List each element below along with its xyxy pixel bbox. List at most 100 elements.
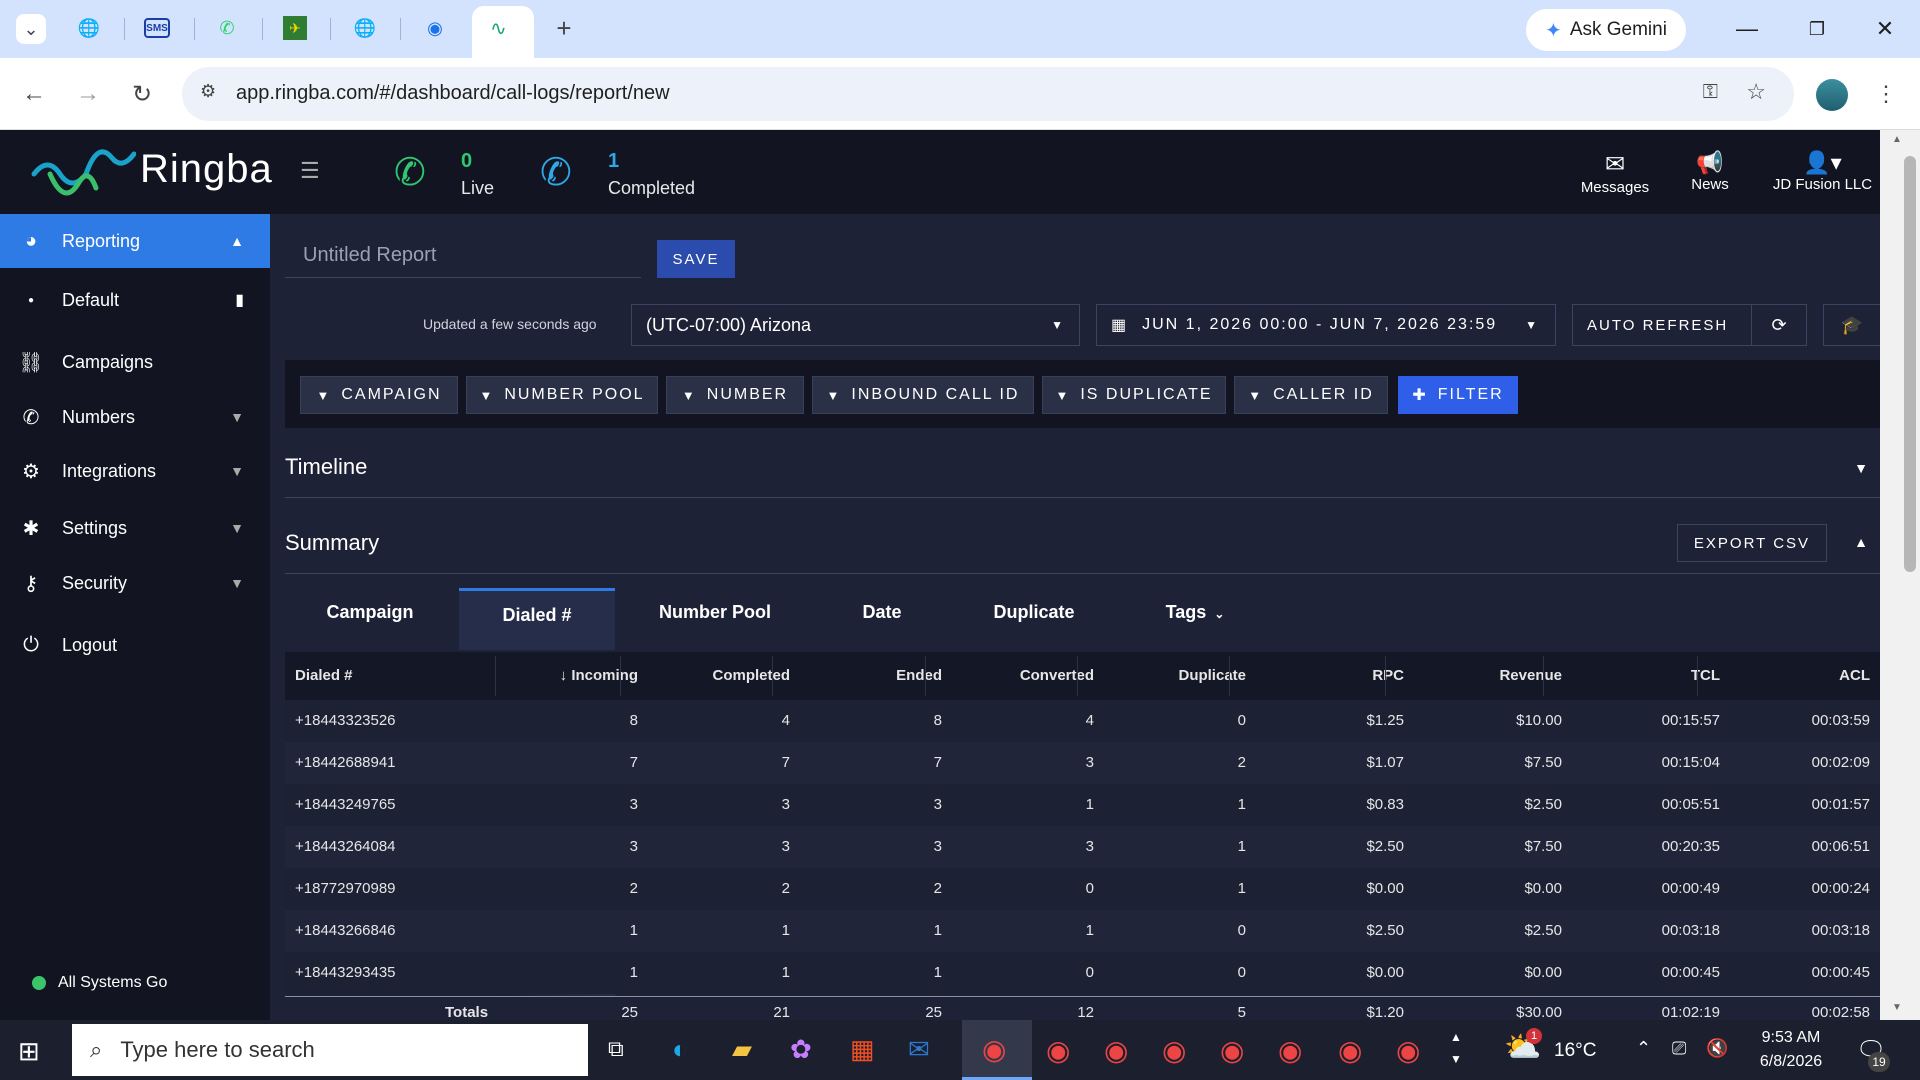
chrome-logo-icon[interactable]: ◉ <box>421 14 449 42</box>
sms-icon[interactable]: SMS <box>144 18 170 38</box>
report-title-input[interactable]: Untitled Report <box>285 234 641 278</box>
chrome-active-icon[interactable]: ◉ <box>962 1020 1032 1080</box>
scroll-up-arrow-icon[interactable]: ▲ <box>1892 134 1902 145</box>
tab-search-chevron-icon[interactable]: ⌄ <box>16 14 46 44</box>
auto-refresh-button[interactable]: AUTO REFRESH <box>1572 304 1752 346</box>
tab-dialed-number[interactable]: Dialed # <box>459 588 615 650</box>
add-filter-button[interactable]: ✚ FILTER <box>1398 376 1518 414</box>
chrome-profile-icon[interactable]: ◉ <box>1278 1034 1302 1067</box>
edge-icon[interactable]: ◐ <box>672 1034 688 1065</box>
tab-date[interactable]: Date <box>800 588 964 650</box>
column-header-tcl[interactable]: TCL <box>1691 667 1720 684</box>
filter-is-duplicate[interactable]: ▼ IS DUPLICATE <box>1042 376 1226 414</box>
news-button[interactable]: 📢 News <box>1680 150 1740 193</box>
tab-tags[interactable]: Tags ⌄ <box>1140 588 1250 650</box>
chrome-profile-icon[interactable]: ◉ <box>1220 1034 1244 1067</box>
column-header-revenue[interactable]: Revenue <box>1499 667 1562 684</box>
sidebar-item-default[interactable]: ● Default ▮ <box>0 274 270 326</box>
address-bar[interactable]: ⚙ app.ringba.com/#/dashboard/call-logs/r… <box>182 67 1794 121</box>
sidebar-item-integrations[interactable]: ⚙ Integrations ▼ <box>0 444 270 498</box>
table-row[interactable] <box>285 700 1880 742</box>
chrome-profile-icon[interactable]: ◉ <box>1046 1034 1070 1067</box>
chrome-profile-icon[interactable]: ◉ <box>1104 1034 1128 1067</box>
globe-icon[interactable]: 🌐 <box>75 14 103 42</box>
column-header-completed[interactable]: Completed <box>712 667 790 684</box>
bookmark-star-icon[interactable]: ☆ <box>1746 79 1766 105</box>
url-text[interactable]: app.ringba.com/#/dashboard/call-logs/rep… <box>236 82 670 105</box>
restore-icon[interactable]: ❐ <box>1802 14 1832 44</box>
store-icon[interactable]: ▦ <box>850 1034 875 1065</box>
tray-chevron-up-icon[interactable]: ⌃ <box>1636 1038 1651 1059</box>
table-row[interactable] <box>285 826 1880 868</box>
browser-menu-icon[interactable]: ⋮ <box>1870 78 1902 110</box>
settings-cap-icon[interactable]: 🎓 <box>1823 304 1881 346</box>
filter-number[interactable]: ▼ NUMBER <box>666 376 804 414</box>
chrome-profile-icon[interactable]: ◉ <box>1338 1034 1362 1067</box>
sidebar-item-campaigns[interactable]: ⛓ Campaigns <box>0 335 270 389</box>
tab-active-ringba[interactable]: ∿ <box>472 6 534 58</box>
chrome-profile-icon[interactable]: ◉ <box>1396 1034 1420 1067</box>
taskbar-search-input[interactable]: ⌕ Type here to search <box>72 1024 588 1076</box>
table-row[interactable] <box>285 952 1880 994</box>
globe-icon[interactable]: 🌐 <box>351 14 379 42</box>
file-explorer-icon[interactable]: ▰ <box>732 1034 752 1065</box>
back-arrow-icon[interactable]: ← <box>18 78 50 110</box>
save-button[interactable]: SAVE <box>657 240 735 278</box>
volume-muted-icon[interactable]: 🔇 <box>1706 1038 1728 1059</box>
ringba-logo-icon[interactable] <box>30 144 136 202</box>
timezone-select[interactable]: (UTC-07:00) Arizona ▼ <box>631 304 1080 346</box>
close-window-icon[interactable]: ✕ <box>1870 14 1900 44</box>
sidebar-item-numbers[interactable]: ✆ Numbers ▼ <box>0 390 270 444</box>
column-header-incoming[interactable]: ↓ Incoming <box>560 667 638 684</box>
chrome-profile-icon[interactable]: ◉ <box>1162 1034 1186 1067</box>
column-header-dialed-number[interactable]: Dialed # <box>295 667 353 684</box>
taskbar-clock[interactable]: 9:53 AM 6/8/2026 <box>1746 1026 1836 1074</box>
reload-icon[interactable]: ↻ <box>126 78 158 110</box>
filter-inbound-call-id[interactable]: ▼ INBOUND CALL ID <box>812 376 1034 414</box>
sidebar-item-settings[interactable]: ✱ Settings ▼ <box>0 501 270 555</box>
password-key-icon[interactable]: ⚿ <box>1703 81 1718 104</box>
table-row[interactable] <box>285 784 1880 826</box>
refresh-icon[interactable]: ⟳ <box>1751 304 1807 346</box>
export-csv-button[interactable]: EXPORT CSV <box>1677 524 1827 562</box>
filter-number-pool[interactable]: ▼ NUMBER POOL <box>466 376 658 414</box>
sidebar-item-security[interactable]: ⚷ Security ▼ <box>0 556 270 610</box>
column-header-ended[interactable]: Ended <box>896 667 942 684</box>
tab-duplicate[interactable]: Duplicate <box>964 588 1104 650</box>
timeline-section-header[interactable]: Timeline ▼ <box>285 452 1880 498</box>
filter-campaign[interactable]: ▼ CAMPAIGN <box>300 376 458 414</box>
page-scrollbar[interactable]: ▲ ▼ <box>1880 130 1920 1020</box>
sidebar-item-reporting[interactable]: ◕ Reporting ▲ <box>0 214 270 268</box>
tab-number-pool[interactable]: Number Pool <box>630 588 800 650</box>
table-row[interactable] <box>285 868 1880 910</box>
table-row[interactable] <box>285 910 1880 952</box>
whatsapp-icon[interactable]: ✆ <box>213 14 241 42</box>
caret-up-icon[interactable]: ▲ <box>1854 534 1868 550</box>
messages-button[interactable]: ✉ Messages <box>1580 150 1650 196</box>
hamburger-menu-icon[interactable]: ☰ <box>300 158 320 184</box>
outlook-icon[interactable]: ✉ <box>908 1034 930 1065</box>
windows-start-icon[interactable]: ⊞ <box>18 1036 40 1067</box>
scroll-down-arrow-icon[interactable]: ▼ <box>1892 1002 1902 1013</box>
column-header-converted[interactable]: Converted <box>1020 667 1094 684</box>
ask-gemini-button[interactable]: ✦ Ask Gemini <box>1526 9 1686 51</box>
tab-campaign[interactable]: Campaign <box>285 588 455 650</box>
date-range-picker[interactable]: ▦ JUN 1, 2026 00:00 - JUN 7, 2026 23:59 … <box>1096 304 1556 346</box>
table-row[interactable] <box>285 742 1880 784</box>
new-tab-plus-icon[interactable]: + <box>550 13 578 43</box>
document-icon[interactable]: ▮ <box>235 290 244 310</box>
green-flag-icon[interactable]: ✈ <box>283 16 307 40</box>
scrollbar-thumb[interactable] <box>1904 156 1916 572</box>
site-info-icon[interactable]: ⚙ <box>200 81 216 102</box>
meet-now-icon[interactable]: ⎚ <box>1672 1038 1686 1059</box>
column-header-rpc[interactable]: RPC <box>1372 667 1404 684</box>
copilot-icon[interactable]: ✿ <box>790 1034 812 1065</box>
column-header-acl[interactable]: ACL <box>1839 667 1870 684</box>
minimize-icon[interactable]: — <box>1732 14 1762 44</box>
forward-arrow-icon[interactable]: → <box>72 78 104 110</box>
taskbar-overflow-icon[interactable]: ▲ ▼ <box>1450 1026 1462 1070</box>
account-menu[interactable]: 👤▾ JD Fusion LLC <box>1770 150 1875 193</box>
filter-caller-id[interactable]: ▼ CALLER ID <box>1234 376 1388 414</box>
column-header-duplicate[interactable]: Duplicate <box>1178 667 1246 684</box>
profile-avatar[interactable] <box>1816 79 1848 111</box>
